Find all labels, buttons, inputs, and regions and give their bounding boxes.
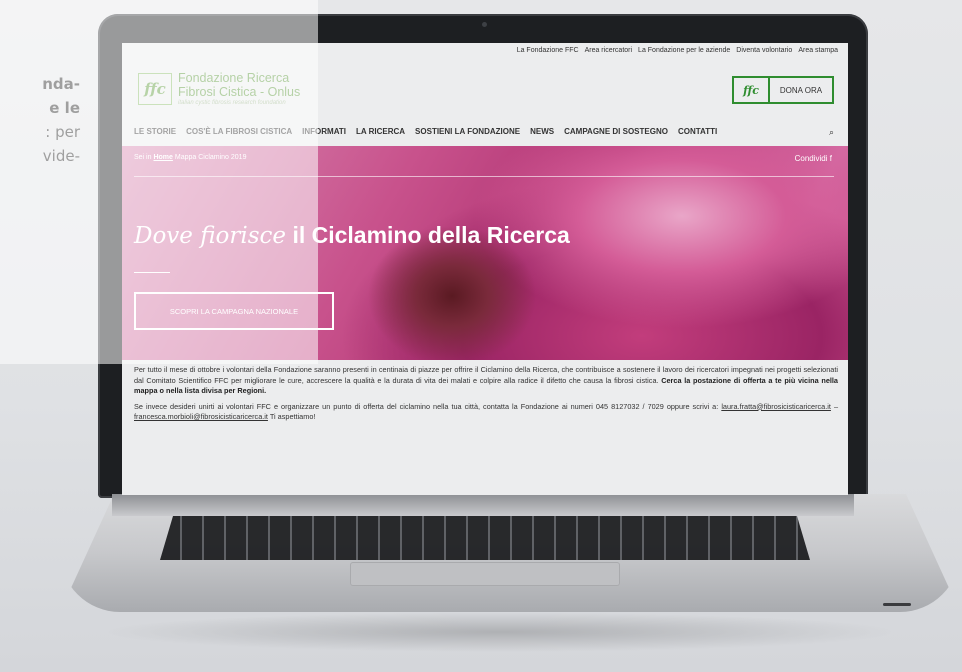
logo-tagline: italian cystic fibrosis research foundat… <box>178 100 286 106</box>
hero-banner: Sei in Home Mappa Ciclamino 2019 Condivi… <box>122 146 848 360</box>
separator: – <box>833 401 839 411</box>
side-text-line: e le <box>49 99 80 117</box>
share-label: Condividi <box>794 154 828 163</box>
paragraph: Se invece desideri unirti ai volontari F… <box>134 402 838 423</box>
keyboard <box>160 516 810 560</box>
laptop-hinge <box>112 494 854 516</box>
hero-title-italic: Dove fiorisce <box>134 223 287 249</box>
intro-text: Per tutto il mese di ottobre i volontari… <box>134 365 838 428</box>
facebook-icon: f <box>829 154 832 163</box>
top-nav-fondazione[interactable]: La Fondazione FFC <box>517 47 579 54</box>
nav-item-sostieni[interactable]: SOSTIENI LA FONDAZIONE <box>415 127 520 138</box>
side-text: nda- e le : per vide- <box>0 72 80 168</box>
breadcrumb: Sei in Home Mappa Ciclamino 2019 <box>134 154 246 161</box>
closing-text: Ti aspettiamo! <box>269 412 316 421</box>
ffc-logo-icon: ffc <box>734 78 770 102</box>
logo-title[interactable]: Fondazione Ricerca Fibrosi Cistica - Onl… <box>178 71 300 99</box>
hero-divider <box>134 176 834 177</box>
paragraph: Per tutto il mese di ottobre i volontari… <box>134 365 838 397</box>
top-nav-aziende[interactable]: La Fondazione per le aziende <box>638 47 730 54</box>
nav-item-news[interactable]: NEWS <box>530 127 554 138</box>
p2-text: Se invece desideri unirti ai volontari F… <box>134 401 719 411</box>
email-link-2[interactable]: francesca.morbioli@fibrosicisticaricerca… <box>134 412 268 421</box>
hero-title: Dove fiorisce il Ciclamino della Ricerca <box>134 222 570 249</box>
side-text-line: : per <box>45 123 80 141</box>
trackpad <box>350 562 620 586</box>
nav-item-contatti[interactable]: CONTATTI <box>678 127 717 138</box>
main-nav: LE STORIE COS'È LA FIBROSI CISTICA INFOR… <box>134 127 834 138</box>
logo-title-line1: Fondazione Ricerca <box>178 71 290 85</box>
nav-item-campagne[interactable]: CAMPAGNE DI SOSTEGNO <box>564 127 668 138</box>
top-nav-volontario[interactable]: Diventa volontario <box>736 47 792 54</box>
breadcrumb-prefix: Sei in <box>134 154 152 161</box>
hero-title-bold: il Ciclamino della Ricerca <box>292 222 570 248</box>
nav-item-storie[interactable]: LE STORIE <box>134 127 176 138</box>
laptop-screen: La Fondazione FFC Area ricercatori La Fo… <box>122 43 848 495</box>
side-text-line: vide- <box>42 147 80 165</box>
top-nav-stampa[interactable]: Area stampa <box>798 47 838 54</box>
camera-icon <box>482 22 487 27</box>
logo-title-line2: Fibrosi Cistica - Onlus <box>178 85 301 99</box>
breadcrumb-current: Mappa Ciclamino 2019 <box>174 154 247 161</box>
top-nav: La Fondazione FFC Area ricercatori La Fo… <box>517 47 838 54</box>
cta-button[interactable]: SCOPRI LA CAMPAGNA NAZIONALE <box>134 292 334 330</box>
breadcrumb-home[interactable]: Home <box>153 154 172 161</box>
top-nav-ricercatori[interactable]: Area ricercatori <box>585 47 632 54</box>
donate-button[interactable]: ffc DONA ORA <box>732 76 834 104</box>
power-indicator <box>883 603 911 606</box>
search-icon[interactable]: ⌕ <box>829 127 834 138</box>
hero-short-divider <box>134 272 170 273</box>
nav-item-ricerca[interactable]: LA RICERCA <box>356 127 405 138</box>
side-text-line: nda- <box>42 75 80 93</box>
logo-icon[interactable]: ffc <box>138 73 172 105</box>
laptop-shadow <box>100 612 900 652</box>
nav-item-fibrosi[interactable]: COS'È LA FIBROSI CISTICA <box>186 127 292 138</box>
email-link-1[interactable]: laura.fratta@fibrosicisticaricerca.it <box>721 402 831 411</box>
share-button[interactable]: Condividi f <box>795 154 832 163</box>
nav-item-informati[interactable]: INFORMATI <box>302 127 346 138</box>
donate-label: DONA ORA <box>779 85 823 95</box>
